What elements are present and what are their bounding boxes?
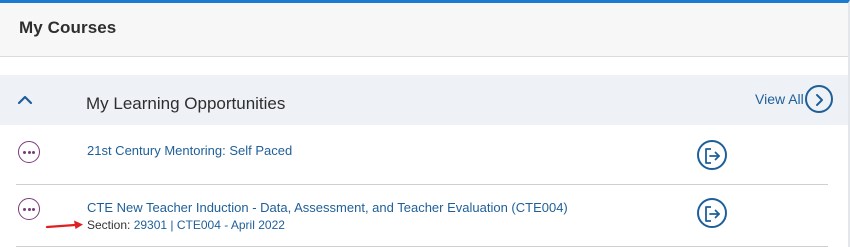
more-options-icon-dot <box>32 208 35 211</box>
chevron-right-icon <box>816 94 823 106</box>
view-all-button[interactable] <box>805 85 833 113</box>
course-options-button[interactable] <box>18 198 40 220</box>
course-title-link[interactable]: CTE New Teacher Induction - Data, Assess… <box>87 200 568 215</box>
launch-icon <box>705 206 720 222</box>
learning-opportunities-header: My Learning Opportunities View All <box>0 75 848 125</box>
panel-title: My Courses <box>19 18 117 37</box>
course-options-button[interactable] <box>18 141 40 163</box>
more-options-icon-dot <box>27 151 31 154</box>
section-title: My Learning Opportunities <box>86 94 286 113</box>
launch-course-button[interactable] <box>697 198 727 228</box>
collapse-section-button[interactable] <box>14 91 36 109</box>
course-row: CTE New Teacher Induction - Data, Assess… <box>0 183 848 247</box>
more-options-icon-dot <box>23 151 26 154</box>
view-all-link[interactable]: View All <box>755 91 804 107</box>
my-courses-panel: My Courses My Learning Opportunities Vie… <box>0 0 850 247</box>
course-section-info: Section: 29301 | CTE004 - April 2022 <box>87 218 285 232</box>
more-options-icon-dot <box>32 151 35 154</box>
launch-icon <box>705 148 720 164</box>
course-title-link[interactable]: 21st Century Mentoring: Self Paced <box>87 143 292 158</box>
more-options-icon-dot <box>23 208 26 211</box>
section-label: Section: <box>87 218 131 232</box>
section-detail-link[interactable]: 29301 | CTE004 - April 2022 <box>134 218 285 232</box>
course-row: 21st Century Mentoring: Self Paced <box>0 125 848 185</box>
annotation-arrow-icon <box>45 220 83 229</box>
more-options-icon-dot <box>27 208 31 211</box>
panel-header: My Courses <box>0 3 848 57</box>
chevron-up-icon <box>17 95 33 105</box>
launch-course-button[interactable] <box>697 140 727 170</box>
